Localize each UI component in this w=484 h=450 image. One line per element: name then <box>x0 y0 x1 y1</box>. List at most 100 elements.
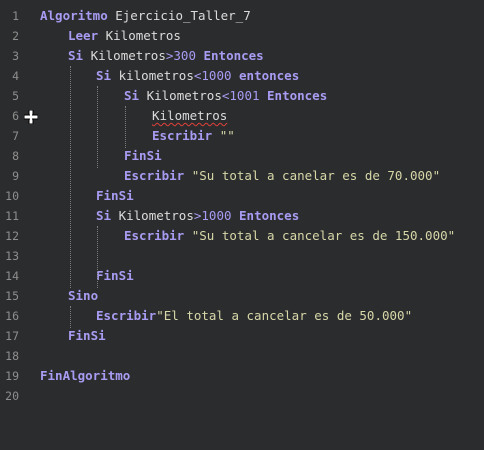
code-text[interactable]: Kilometros <box>152 106 227 126</box>
code-editor[interactable]: 1 Algoritmo Ejercicio_Taller_7 2 Leer Kilom… <box>0 0 484 450</box>
keyword-token: Entonces <box>267 88 328 103</box>
string-token: "El total a cancelar es de 50.000" <box>156 308 413 323</box>
keyword-token: Si <box>96 208 112 223</box>
line-number: 15 <box>5 289 19 303</box>
code-text[interactable]: FinAlgoritmo <box>40 366 130 386</box>
line-number: 2 <box>12 29 19 43</box>
code-line[interactable]: 17 FinSi <box>0 326 484 346</box>
keyword-token: FinSi <box>96 268 134 283</box>
string-token: "Su total a cancelar es de 150.000" <box>184 228 456 243</box>
code-line[interactable]: 18 <box>0 346 484 366</box>
identifier-token: Kilometros <box>111 208 194 223</box>
indent-guide <box>125 106 126 148</box>
identifier-token: Ejercicio_Taller_7 <box>107 8 251 23</box>
keyword-token: Algoritmo <box>40 8 108 23</box>
identifier-token <box>260 88 268 103</box>
keyword-token: FinSi <box>124 148 162 163</box>
keyword-token: Entonces <box>239 208 300 223</box>
code-text[interactable]: Sino <box>68 286 98 306</box>
code-line[interactable]: 1 Algoritmo Ejercicio_Taller_7 <box>0 6 484 26</box>
line-number: 16 <box>5 309 19 323</box>
code-text[interactable]: Escribir "" <box>152 126 235 146</box>
keyword-token: Escribir <box>152 128 213 143</box>
code-text[interactable]: FinSi <box>96 266 134 286</box>
code-text[interactable]: Escribir"El total a cancelar es de 50.00… <box>96 306 412 326</box>
indent-guide <box>70 306 71 328</box>
code-text[interactable]: FinSi <box>68 326 106 346</box>
code-line[interactable]: 20 <box>0 386 484 406</box>
indent-guide <box>97 226 98 288</box>
line-number: 19 <box>5 369 19 383</box>
keyword-token: Si <box>96 68 112 83</box>
keyword-token: FinAlgoritmo <box>40 368 131 383</box>
code-line[interactable]: 16 Escribir"El total a cancelar es de 50.… <box>0 306 484 326</box>
number-token: 1001 <box>229 88 260 103</box>
code-line[interactable]: 3 Si Kilometros>300 Entonces <box>0 46 484 66</box>
code-text[interactable]: Si Kilometros<1001 Entonces <box>124 86 327 106</box>
indent-guide <box>97 86 98 168</box>
line-number: 1 <box>12 9 19 23</box>
keyword-token: Leer <box>68 28 99 43</box>
line-number: 14 <box>5 269 19 283</box>
number-token: 300 <box>173 48 196 63</box>
identifier-token <box>232 68 240 83</box>
identifier-token: Kilometros <box>139 88 222 103</box>
code-text[interactable]: Si kilometros<1000 entonces <box>96 66 299 86</box>
code-line[interactable]: 9 Escribir "Su total a canelar es de 70.0… <box>0 166 484 186</box>
code-text[interactable]: Algoritmo Ejercicio_Taller_7 <box>40 6 251 26</box>
line-number: 11 <box>5 209 19 223</box>
code-text[interactable]: Leer Kilometros <box>68 26 181 46</box>
line-number: 3 <box>12 49 19 63</box>
line-number: 10 <box>5 189 19 203</box>
code-line[interactable]: 7 Escribir "" <box>0 126 484 146</box>
line-number: 18 <box>5 349 19 363</box>
string-token: "Su total a canelar es de 70.000" <box>184 168 441 183</box>
code-line[interactable]: 15 Sino <box>0 286 484 306</box>
code-text[interactable]: FinSi <box>96 186 134 206</box>
crosshair-cursor-icon <box>24 110 38 124</box>
line-number: 12 <box>5 229 19 243</box>
keyword-token: Si <box>124 88 140 103</box>
code-line[interactable]: 6 Kilometros <box>0 106 484 126</box>
identifier-token: kilometros <box>111 68 194 83</box>
line-number: 5 <box>12 89 19 103</box>
code-text[interactable]: Escribir "Su total a cancelar es de 150.… <box>124 226 455 246</box>
line-number: 13 <box>5 249 19 263</box>
keyword-token: entonces <box>239 68 300 83</box>
code-text[interactable]: FinSi <box>124 146 162 166</box>
code-line[interactable]: 14 FinSi <box>0 266 484 286</box>
line-number: 17 <box>5 329 19 343</box>
indent-guide <box>70 66 71 288</box>
code-line[interactable]: 10 FinSi <box>0 186 484 206</box>
keyword-token: Escribir <box>124 168 185 183</box>
code-line[interactable]: 4 Si kilometros<1000 entonces <box>0 66 484 86</box>
identifier-token: Kilometros <box>152 108 228 123</box>
line-number: 4 <box>12 69 19 83</box>
code-line[interactable]: 8 FinSi <box>0 146 484 166</box>
code-line[interactable]: 13 <box>0 246 484 266</box>
code-line[interactable]: 19 FinAlgoritmo <box>0 366 484 386</box>
code-line[interactable]: 12 Escribir "Su total a cancelar es de 15… <box>0 226 484 246</box>
identifier-token: Kilometros <box>83 48 166 63</box>
code-text[interactable]: Si Kilometros>1000 Entonces <box>96 206 299 226</box>
keyword-token: FinSi <box>68 328 106 343</box>
identifier-token <box>196 48 204 63</box>
code-line[interactable]: 11 Si Kilometros>1000 Entonces <box>0 206 484 226</box>
code-text[interactable]: Escribir "Su total a canelar es de 70.00… <box>124 166 440 186</box>
string-token: "" <box>212 128 235 143</box>
number-token: 1000 <box>201 68 232 83</box>
code-text[interactable]: Si Kilometros>300 Entonces <box>68 46 264 66</box>
keyword-token: Escribir <box>124 228 185 243</box>
line-number: 6 <box>12 109 19 123</box>
code-line[interactable]: 5 Si Kilometros<1001 Entonces <box>0 86 484 106</box>
line-number: 7 <box>12 129 19 143</box>
line-number: 8 <box>12 149 19 163</box>
identifier-token: Kilometros <box>98 28 181 43</box>
keyword-token: Sino <box>68 288 99 303</box>
code-line[interactable]: 2 Leer Kilometros <box>0 26 484 46</box>
keyword-token: FinSi <box>96 188 134 203</box>
keyword-token: Entonces <box>203 48 264 63</box>
line-number: 9 <box>12 169 19 183</box>
keyword-token: Escribir <box>96 308 157 323</box>
keyword-token: Si <box>68 48 84 63</box>
